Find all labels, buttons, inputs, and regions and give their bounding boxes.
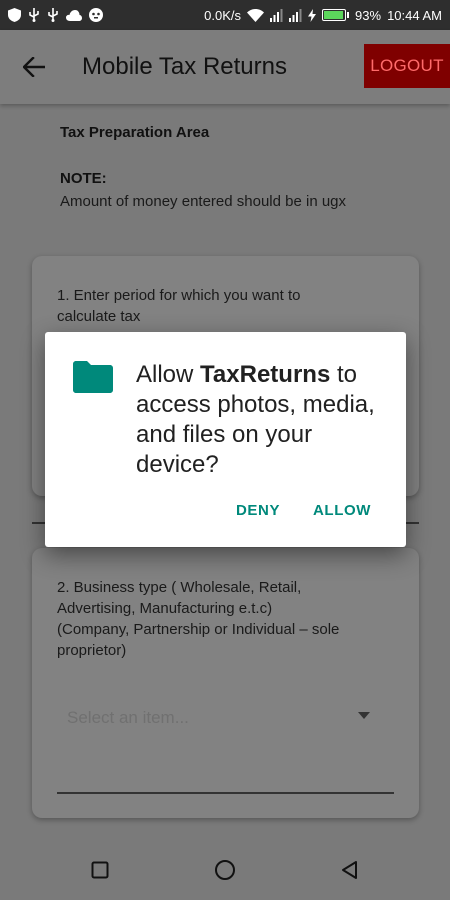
back-nav-button[interactable] bbox=[338, 858, 362, 882]
battery-percent: 93% bbox=[355, 7, 382, 23]
period-prompt-line: calculate tax bbox=[57, 308, 141, 325]
business-type-select[interactable]: Select an item... bbox=[67, 708, 189, 728]
recents-button[interactable] bbox=[88, 858, 112, 882]
wifi-icon bbox=[247, 8, 265, 22]
back-triangle-icon bbox=[342, 861, 357, 879]
usb-icon bbox=[48, 8, 58, 22]
clock: 10:44 AM bbox=[387, 7, 442, 23]
business-prompt-line: (Company, Partnership or Individual – so… bbox=[57, 621, 340, 638]
battery-icon bbox=[322, 9, 350, 21]
dialog-message-prefix: Allow bbox=[136, 361, 201, 388]
usb-icon bbox=[29, 8, 39, 22]
arrow-left-icon bbox=[23, 57, 45, 77]
app-bar: Mobile Tax Returns LOGOUT bbox=[0, 30, 450, 104]
business-prompt-line: 2. Business type ( Wholesale, Retail, bbox=[57, 579, 302, 596]
note-text: Amount of money entered should be in ugx bbox=[60, 193, 347, 210]
dropdown-arrow-icon[interactable] bbox=[358, 712, 370, 719]
dialog-message: Allow TaxReturns to access photos, media… bbox=[136, 360, 394, 480]
deny-button[interactable]: DENY bbox=[236, 502, 280, 519]
business-type-card: 2. Business type ( Wholesale, Retail, Ad… bbox=[32, 548, 419, 818]
signal-icon bbox=[270, 8, 283, 22]
game-icon bbox=[89, 8, 103, 22]
dialog-app-name: TaxReturns bbox=[200, 361, 331, 388]
page-title: Mobile Tax Returns bbox=[82, 53, 287, 80]
charging-icon bbox=[308, 8, 317, 22]
folder-icon bbox=[73, 361, 113, 393]
section-heading: Tax Preparation Area bbox=[60, 124, 210, 141]
permission-dialog: Allow TaxReturns to access photos, media… bbox=[45, 332, 406, 547]
status-indicators: 0.0K/s 93% 10:44 AM bbox=[204, 8, 442, 23]
select-underline bbox=[57, 792, 394, 794]
business-prompt-line: proprietor) bbox=[57, 642, 127, 659]
allow-button[interactable]: ALLOW bbox=[313, 502, 371, 519]
period-prompt-line: 1. Enter period for which you want to bbox=[57, 287, 301, 304]
home-circle-icon bbox=[215, 860, 235, 880]
network-speed: 0.0K/s bbox=[204, 7, 242, 23]
notification-icons bbox=[8, 8, 103, 22]
battery-fill bbox=[324, 11, 343, 19]
business-prompt-line: Advertising, Manufacturing e.t.c) bbox=[57, 600, 273, 617]
back-button[interactable] bbox=[14, 47, 54, 87]
recents-square-icon bbox=[91, 861, 109, 879]
navigation-bar bbox=[0, 840, 450, 900]
logout-button[interactable]: LOGOUT bbox=[364, 44, 450, 88]
home-button[interactable] bbox=[213, 858, 237, 882]
note-label: NOTE: bbox=[60, 170, 107, 187]
cloud-icon bbox=[66, 9, 82, 21]
signal-icon bbox=[289, 8, 302, 22]
shield-icon bbox=[8, 8, 21, 22]
status-bar: 0.0K/s 93% 10:44 AM bbox=[0, 0, 450, 30]
